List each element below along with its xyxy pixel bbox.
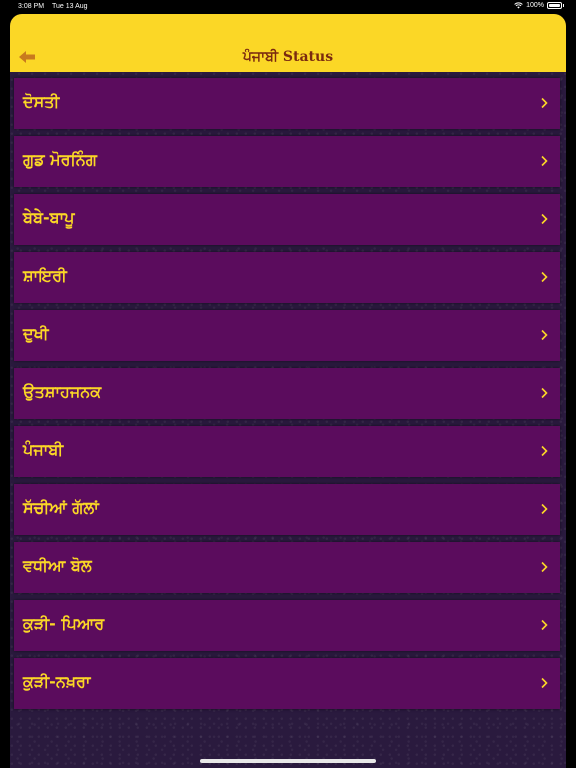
- battery-icon: [547, 2, 562, 9]
- status-bar: 3:08 PM Tue 13 Aug 100%: [0, 0, 576, 14]
- chevron-right-icon: [541, 271, 548, 283]
- chevron-right-icon: [541, 561, 548, 573]
- list-item[interactable]: ਦੋਸਤੀ: [14, 78, 560, 129]
- chevron-right-icon: [541, 619, 548, 631]
- list-item[interactable]: ਸ਼ਾਇਰੀ: [14, 252, 560, 303]
- list-item-label: ਸੱਚੀਆਂ ਗੱਲਾਂ: [23, 498, 99, 517]
- chevron-right-icon: [541, 329, 548, 341]
- battery-percent: 100%: [526, 2, 544, 9]
- list-item-label: ਗੁਡ ਮੋਰਨਿੰਗ: [23, 150, 97, 169]
- list-item[interactable]: ਪੰਜਾਬੀ: [14, 426, 560, 477]
- status-time: 3:08 PM: [18, 3, 45, 10]
- list-item[interactable]: ਕੁੜੀ-ਨਖ਼ਰਾ: [14, 658, 560, 709]
- list-item[interactable]: ਉਤਸ਼ਾਹਜਨਕ: [14, 368, 560, 419]
- chevron-right-icon: [541, 677, 548, 689]
- list-item-label: ਪੰਜਾਬੀ: [23, 440, 64, 459]
- list-item-label: ਦੁਖੀ: [23, 324, 49, 343]
- app-window: ਪੰਜਾਬੀ Status ਦੋਸਤੀ ਗੁਡ ਮੋਰਨਿੰਗ ਬੇਬੇ-ਬਾਪੂ ਸ…: [10, 14, 566, 768]
- battery-tip: [563, 4, 564, 7]
- list-item[interactable]: ਕੁੜੀ- ਪਿਆਰ: [14, 600, 560, 651]
- chevron-right-icon: [541, 155, 548, 167]
- chevron-right-icon: [541, 213, 548, 225]
- list-item[interactable]: ਗੁਡ ਮੋਰਨਿੰਗ: [14, 136, 560, 187]
- list-item[interactable]: ਦੁਖੀ: [14, 310, 560, 361]
- home-indicator[interactable]: [200, 759, 376, 763]
- chevron-right-icon: [541, 387, 548, 399]
- list-item[interactable]: ਸੱਚੀਆਂ ਗੱਲਾਂ: [14, 484, 560, 535]
- list-item-label: ਦੋਸਤੀ: [23, 92, 60, 111]
- navigation-bar: ਪੰਜਾਬੀ Status: [10, 14, 566, 72]
- list-item-label: ਉਤਸ਼ਾਹਜਨਕ: [23, 382, 102, 401]
- chevron-right-icon: [541, 445, 548, 457]
- list-item[interactable]: ਬੇਬੇ-ਬਾਪੂ: [14, 194, 560, 245]
- list-item-label: ਵਧੀਆ ਬੋਲ: [23, 556, 92, 575]
- status-date: Tue 13 Aug: [52, 3, 88, 10]
- list-item-label: ਬੇਬੇ-ਬਾਪੂ: [23, 208, 75, 227]
- page-title: ਪੰਜਾਬੀ Status: [242, 49, 334, 65]
- list-item-label: ਕੁੜੀ- ਪਿਆਰ: [23, 614, 105, 633]
- list-item[interactable]: ਵਧੀਆ ਬੋਲ: [14, 542, 560, 593]
- status-indicators: 100%: [514, 2, 564, 9]
- wifi-icon: [514, 2, 523, 9]
- chevron-right-icon: [541, 97, 548, 109]
- list-item-label: ਸ਼ਾਇਰੀ: [23, 266, 67, 285]
- chevron-right-icon: [541, 503, 548, 515]
- list-item-label: ਕੁੜੀ-ਨਖ਼ਰਾ: [23, 672, 91, 691]
